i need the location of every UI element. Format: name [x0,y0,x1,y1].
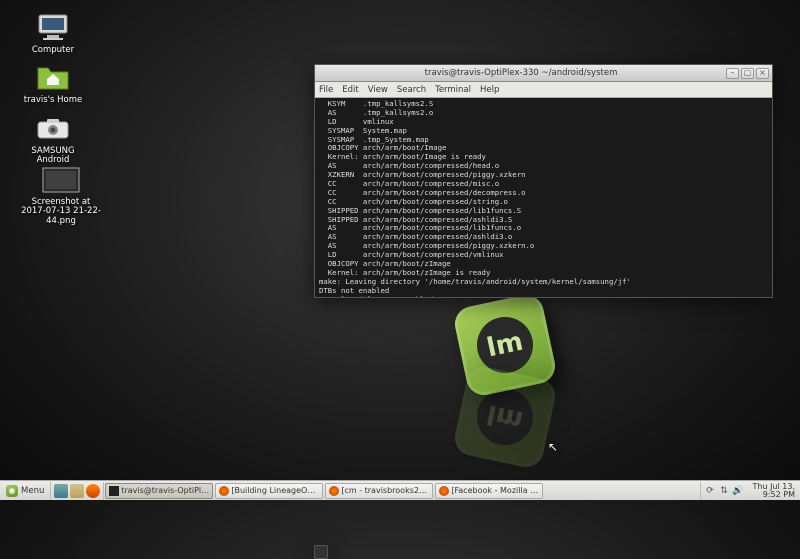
terminal-menubar: File Edit View Search Terminal Help [315,82,772,98]
window-titlebar[interactable]: travis@travis-OptiPlex-330 ~/android/sys… [315,65,772,82]
desktop-icon-label: travis's Home [18,96,88,105]
menu-help[interactable]: Help [480,85,499,95]
desktop-icon-label: Screenshot at 2017-07-13 21-22-44.png [18,198,104,226]
desktop-icon-samsung-android[interactable]: SAMSUNG Android [18,113,88,166]
quick-launch-files-icon[interactable] [70,484,84,498]
terminal-window[interactable]: travis@travis-OptiPlex-330 ~/android/sys… [314,64,773,298]
taskbar-item-browser-3[interactable]: [Facebook - Mozilla Fir... [435,483,543,499]
quick-launch-terminal-icon[interactable] [314,545,328,559]
taskbar-clock[interactable]: Thu Jul 13, 9:52 PM [748,483,800,499]
desktop-icon-label: SAMSUNG Android [18,147,88,166]
window-title: travis@travis-OptiPlex-330 ~/android/sys… [318,68,724,78]
taskbar-item-browser-1[interactable]: [Building LineageOS ... [215,483,323,499]
quick-launch-firefox-icon[interactable] [86,484,100,498]
image-thumbnail-icon [41,164,81,196]
terminal-output[interactable]: KSYM .tmp_kallsyms2.S AS .tmp_kallsyms2.… [315,98,772,297]
desktop-icon-home[interactable]: travis's Home [18,62,88,105]
taskbar-item-label: [Building LineageOS ... [231,486,319,495]
taskbar-item-terminal[interactable]: travis@travis-OptiPle... [105,483,213,499]
system-tray: ⟳ ⇅ 🔊 [700,482,748,500]
menu-view[interactable]: View [368,85,388,95]
desktop-icon-computer[interactable]: Computer [18,12,88,55]
menu-search[interactable]: Search [397,85,426,95]
mint-menu-icon: ◉ [6,485,18,497]
window-close-button[interactable]: × [756,68,769,79]
taskbar-item-label: [Facebook - Mozilla Fir... [451,486,539,495]
taskbar-item-label: [cm - travisbrooks201... [341,486,429,495]
camera-device-icon [33,113,73,145]
menu-terminal[interactable]: Terminal [435,85,471,95]
taskbar-item-browser-2[interactable]: [cm - travisbrooks201... [325,483,433,499]
start-menu-button[interactable]: ◉ Menu [0,482,51,500]
menu-file[interactable]: File [319,85,333,95]
taskbar: ◉ Menu travis@travis-OptiPle... [Buildin… [0,480,800,500]
desktop-icon-screenshot[interactable]: Screenshot at 2017-07-13 21-22-44.png [18,164,104,226]
computer-icon [33,12,73,44]
quick-launch [51,482,104,500]
taskbar-window-list: travis@travis-OptiPle... [Building Linea… [104,482,699,500]
desktop-icon-label: Computer [18,46,88,55]
tray-network-icon[interactable]: ⇅ [719,485,730,496]
start-menu-label: Menu [21,486,44,496]
tray-volume-icon[interactable]: 🔊 [733,485,744,496]
clock-time: 9:52 PM [753,491,796,499]
menu-edit[interactable]: Edit [342,85,358,95]
window-maximize-button[interactable]: ▢ [741,68,754,79]
firefox-icon [439,486,449,496]
show-desktop-icon[interactable] [54,484,68,498]
taskbar-item-label: travis@travis-OptiPle... [121,486,209,495]
firefox-icon [329,486,339,496]
folder-home-icon [33,62,73,94]
mouse-cursor-icon: ↖ [548,440,558,454]
terminal-icon [109,486,119,496]
tray-update-icon[interactable]: ⟳ [705,485,716,496]
window-minimize-button[interactable]: – [726,68,739,79]
firefox-icon [219,486,229,496]
